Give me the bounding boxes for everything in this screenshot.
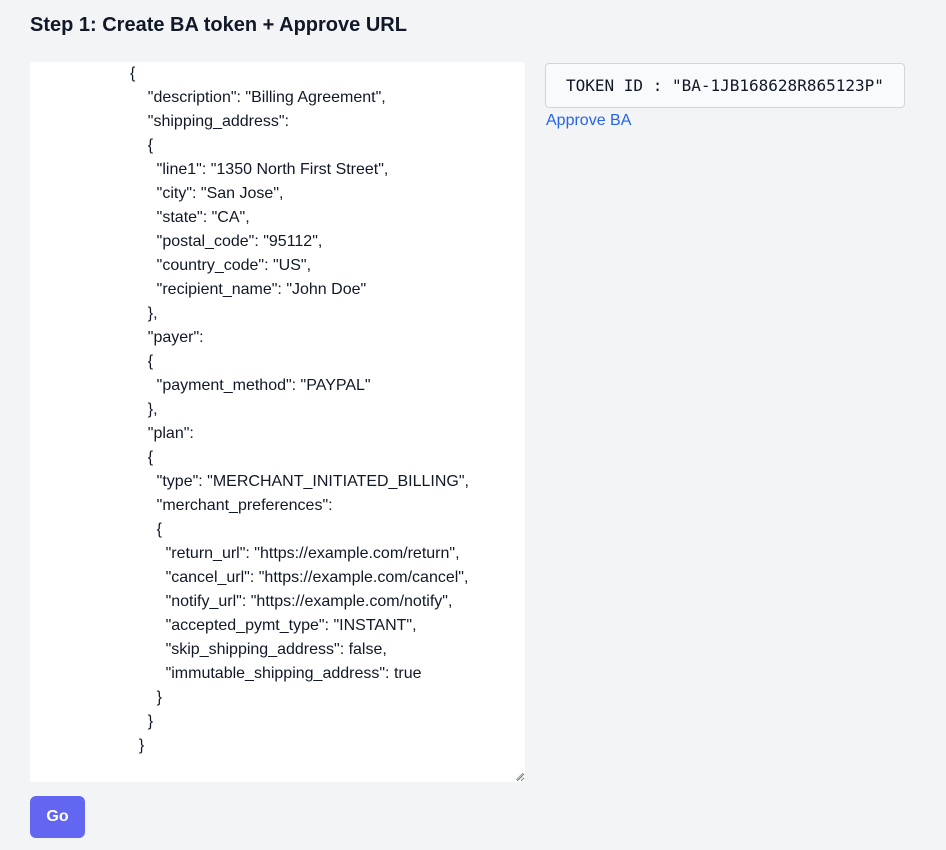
request-json-textarea[interactable]: { "description": "Billing Agreement", "s…	[30, 62, 525, 782]
resize-handle-icon[interactable]	[515, 772, 523, 780]
go-button[interactable]: Go	[30, 796, 85, 838]
approve-ba-link[interactable]: Approve BA	[546, 110, 631, 132]
request-json-content: { "description": "Billing Agreement", "s…	[130, 65, 469, 754]
token-id-display: TOKEN ID : "BA-1JB168628R865123P"	[545, 63, 905, 108]
token-id-text: TOKEN ID : "BA-1JB168628R865123P"	[566, 76, 884, 95]
page-title: Step 1: Create BA token + Approve URL	[30, 14, 407, 36]
